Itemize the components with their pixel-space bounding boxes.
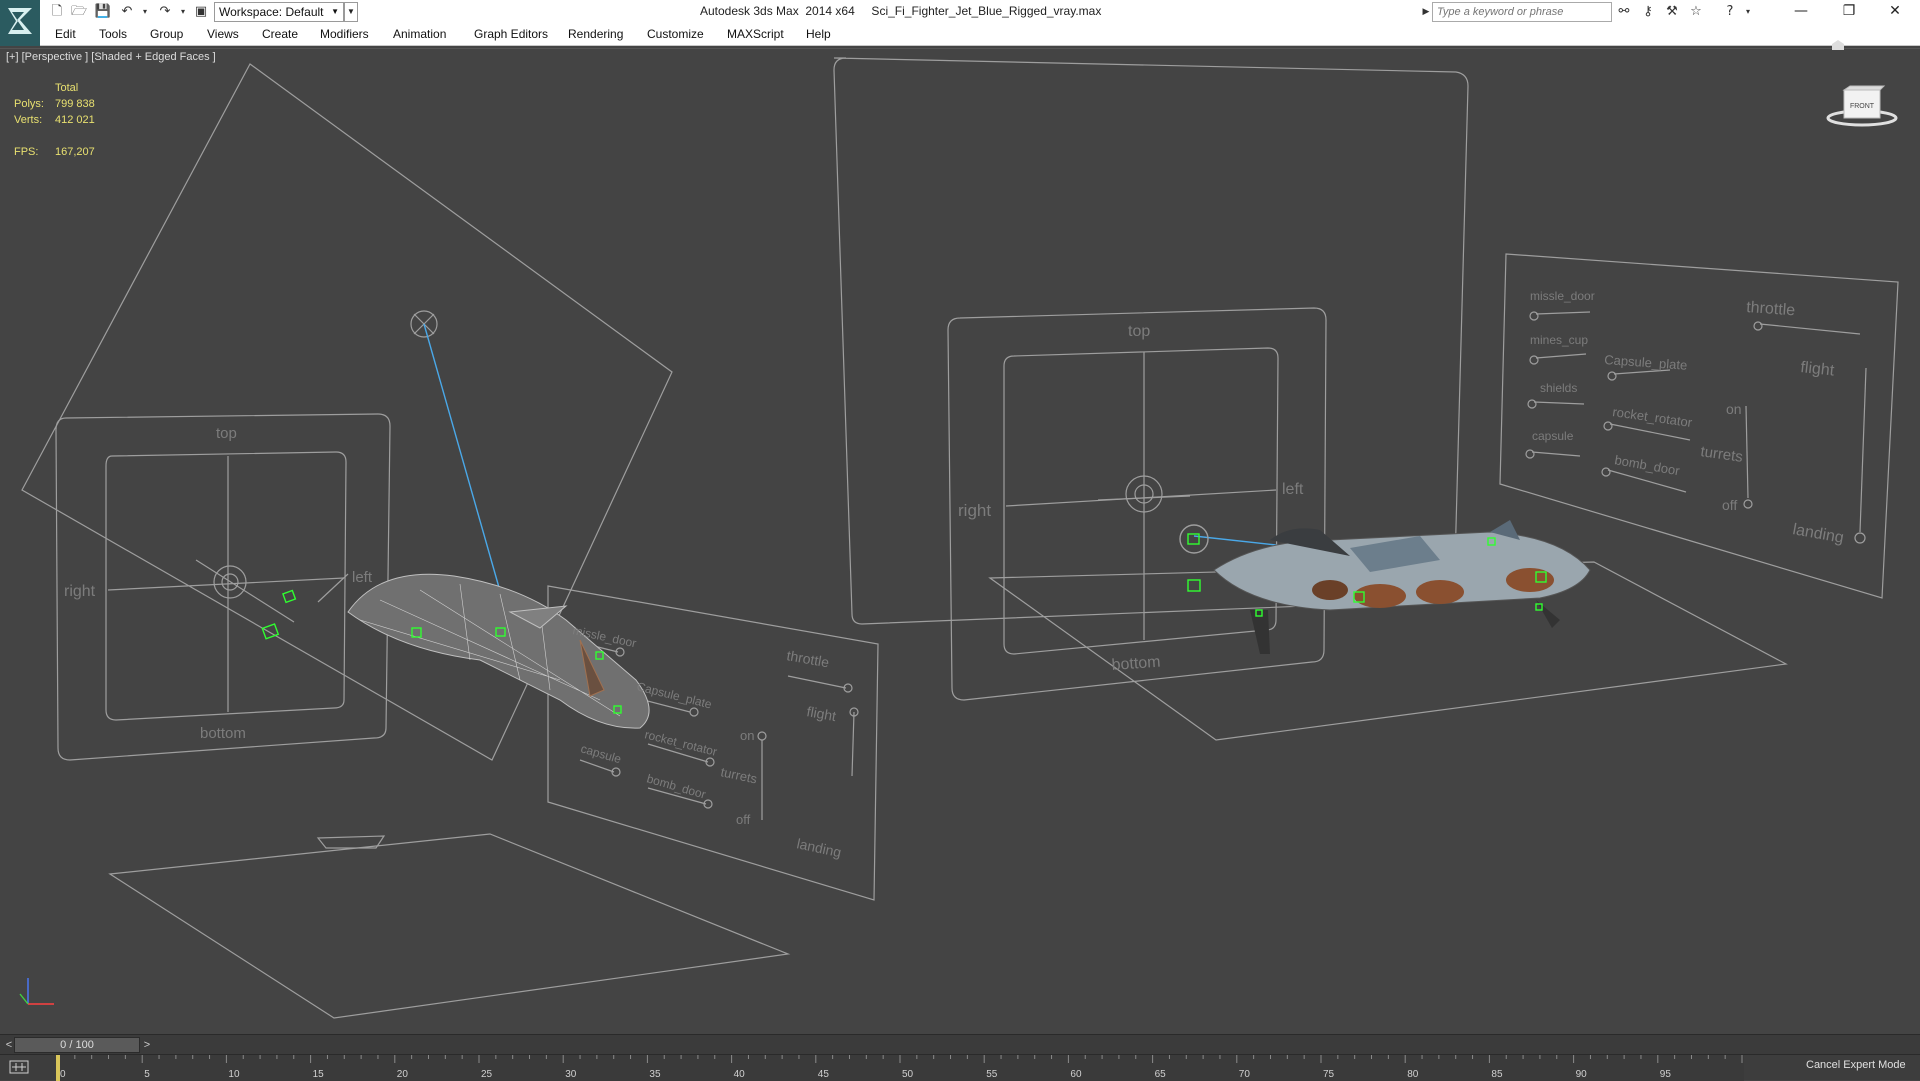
frame-tick-label: 60 — [1070, 1069, 1082, 1080]
left-bottom-label: bottom — [200, 725, 246, 742]
left-top-label: top — [216, 425, 237, 442]
frame-tick-label: 75 — [1323, 1069, 1335, 1080]
left-ground-plane[interactable] — [108, 833, 791, 1019]
left-turrets-label: turrets — [719, 764, 759, 786]
left-bomb-door-label: bomb_door — [645, 771, 707, 801]
right-mines-cup-label: mines_cup — [1530, 333, 1588, 347]
next-frame-button[interactable]: > — [140, 1037, 154, 1053]
right-controls-panel[interactable] — [1499, 253, 1899, 599]
frame-tick-label: 25 — [481, 1069, 493, 1080]
frame-tick-label: 5 — [144, 1069, 150, 1080]
stats-total-header: Total — [55, 82, 79, 94]
right-left-label: left — [1282, 481, 1304, 498]
home-icon[interactable] — [1832, 40, 1844, 50]
frame-tick-label: 20 — [397, 1069, 409, 1080]
right-off-label: off — [1722, 497, 1737, 513]
frame-tick-label: 70 — [1239, 1069, 1251, 1080]
verts-value: 412 021 — [55, 114, 95, 126]
right-landing-label: landing — [1791, 521, 1845, 547]
current-frame-marker[interactable] — [56, 1055, 60, 1081]
right-turrets-label: turrets — [1699, 443, 1743, 466]
verts-label: Verts: — [14, 114, 43, 126]
frame-tick-label: 85 — [1491, 1069, 1503, 1080]
right-rig-inner-frame[interactable] — [1003, 347, 1279, 655]
frame-tick-label: 80 — [1407, 1069, 1419, 1080]
frame-tick-label: 35 — [649, 1069, 661, 1080]
right-top-label: top — [1128, 323, 1150, 340]
frame-tick-label: 30 — [565, 1069, 577, 1080]
wireframe-jet-model[interactable] — [347, 573, 650, 729]
textured-jet-model[interactable] — [1213, 520, 1591, 654]
left-throttle-label: throttle — [785, 647, 830, 670]
right-capsule-label: capsule — [1532, 429, 1574, 443]
frame-tick-label: 15 — [313, 1069, 325, 1080]
polys-label: Polys: — [14, 98, 44, 110]
frame-tick-label: 65 — [1155, 1069, 1167, 1080]
frame-tick-label: 95 — [1660, 1069, 1672, 1080]
left-on-label: on — [740, 728, 754, 743]
right-flight-label: flight — [1800, 359, 1836, 379]
right-capsule-plate-label: Capsule_plate — [1604, 352, 1688, 373]
track-bar-menu-icon[interactable] — [8, 1059, 30, 1077]
track-bar: 0510152025303540455055606570758085909510… — [0, 1054, 1920, 1081]
right-throttle-label: throttle — [1746, 299, 1796, 319]
time-slider-bar: < 0 / 100 > — [0, 1034, 1920, 1054]
viewcube[interactable]: FRONT — [1826, 84, 1898, 128]
left-landing-label: landing — [795, 835, 842, 860]
viewport-label[interactable]: [+] [Perspective ] [Shaded + Edged Faces… — [6, 51, 216, 63]
left-off-label: off — [736, 812, 751, 827]
right-missile-door-label: missle_door — [1530, 289, 1595, 303]
frame-tick-label: 50 — [902, 1069, 914, 1080]
axis-tripod-icon — [19, 978, 54, 1005]
right-shields-label: shields — [1540, 381, 1577, 395]
left-rig-inner-frame[interactable] — [105, 451, 347, 721]
polys-value: 799 838 — [55, 98, 95, 110]
frame-tick-label: 10 — [228, 1069, 240, 1080]
right-bottom-label: bottom — [1111, 654, 1161, 674]
frame-tick-label: 45 — [818, 1069, 830, 1080]
frame-tick-label: 40 — [734, 1069, 746, 1080]
right-right-label: right — [958, 501, 991, 520]
fps-value: 167,207 — [55, 146, 95, 158]
frame-tick-label: 55 — [986, 1069, 998, 1080]
cancel-expert-mode-button[interactable]: Cancel Expert Mode — [1806, 1059, 1906, 1071]
frame-tick-label: 90 — [1576, 1069, 1588, 1080]
left-flight-label: flight — [805, 703, 837, 724]
frame-tick-label: 0 — [60, 1069, 66, 1080]
left-link-line — [423, 323, 503, 599]
left-right-label: right — [64, 583, 96, 600]
left-left-label: left — [352, 569, 373, 586]
viewport-scene[interactable]: top bottom left right missle_door Capsul… — [0, 0, 1920, 1080]
viewcube-front-face[interactable]: FRONT — [1850, 103, 1875, 110]
time-slider[interactable]: 0 / 100 — [14, 1037, 140, 1053]
fps-label: FPS: — [14, 146, 39, 158]
frame-ruler[interactable]: 0510152025303540455055606570758085909510… — [56, 1055, 1744, 1081]
right-on-label: on — [1726, 401, 1742, 417]
